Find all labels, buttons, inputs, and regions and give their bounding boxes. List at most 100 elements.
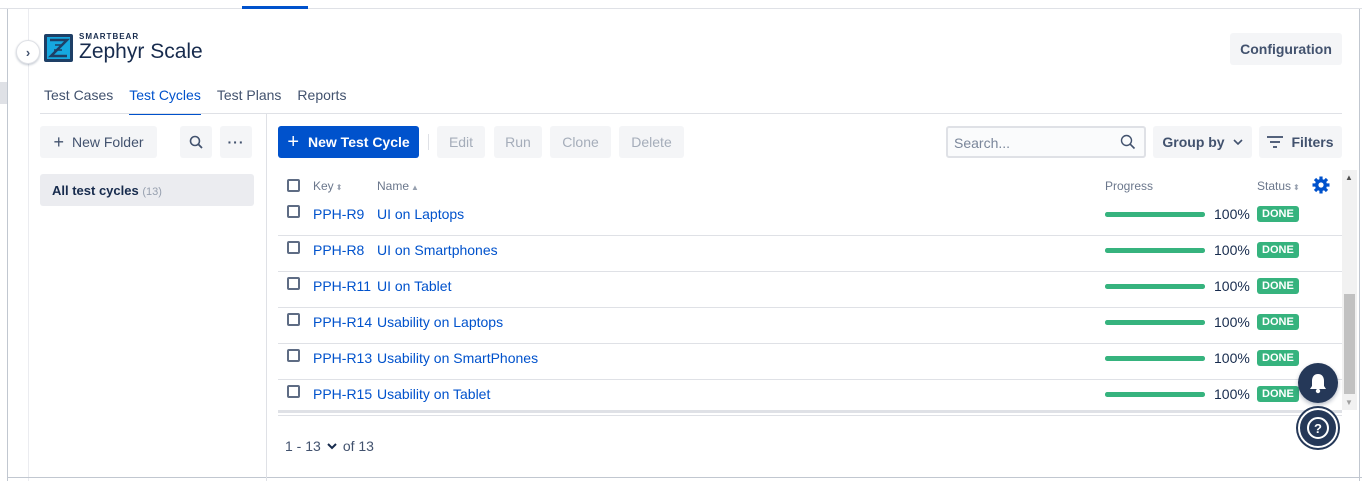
edit-button[interactable]: Edit <box>437 126 485 158</box>
new-folder-label: New Folder <box>71 134 144 150</box>
clone-button[interactable]: Clone <box>550 126 611 158</box>
page-range: 1 - 13 <box>285 438 321 454</box>
test-cycles-table: Key ⬍ Name ▲ Progress Status ⬍ PPH-R9 UI on… <box>278 170 1342 416</box>
zephyr-logo: SMARTBEAR Zephyr Scale <box>44 33 203 63</box>
help-button[interactable]: ? <box>1298 408 1338 448</box>
column-key[interactable]: Key ⬍ <box>313 179 342 193</box>
group-by-label: Group by <box>1162 134 1225 150</box>
progress-bar <box>1105 284 1205 289</box>
all-test-cycles-folder[interactable]: All test cycles (13) <box>40 174 254 206</box>
left-border <box>7 9 8 481</box>
configuration-button[interactable]: Configuration <box>1230 33 1342 65</box>
cycle-name-link[interactable]: Usability on Laptops <box>377 314 503 330</box>
progress-percent: 100% <box>1214 278 1250 294</box>
scroll-down-arrow-icon[interactable]: ▼ <box>1345 398 1353 407</box>
page-total: of 13 <box>342 438 374 454</box>
scroll-up-arrow-icon[interactable]: ▲ <box>1345 173 1353 182</box>
sort-icon: ⬍ <box>1293 183 1300 192</box>
main-tabs: Test Cases Test Cycles Test Plans Report… <box>44 85 362 115</box>
plus-icon: + <box>53 131 64 152</box>
progress-bar <box>1105 356 1205 361</box>
progress-bar <box>1105 212 1205 217</box>
table-row[interactable]: PPH-R13 Usability on SmartPhones 100% DO… <box>278 344 1342 380</box>
new-test-cycle-label: New Test Cycle <box>308 134 410 150</box>
chevron-down-icon <box>1233 139 1243 145</box>
table-row[interactable]: PPH-R11 UI on Tablet 100% DONE <box>278 272 1342 308</box>
chevron-right-icon: › <box>25 44 31 60</box>
cycle-key-link[interactable]: PPH-R8 <box>313 242 364 258</box>
delete-button[interactable]: Delete <box>619 126 684 158</box>
sort-icon: ⬍ <box>335 183 343 192</box>
cycle-name-link[interactable]: Usability on Tablet <box>377 386 490 402</box>
chevron-down-icon[interactable] <box>327 442 337 450</box>
progress-bar <box>1105 392 1205 397</box>
table-row[interactable]: PPH-R8 UI on Smartphones 100% DONE <box>278 236 1342 272</box>
row-checkbox[interactable] <box>287 313 300 326</box>
table-row[interactable]: PPH-R9 UI on Laptops 100% DONE <box>278 200 1342 236</box>
new-test-cycle-button[interactable]: + New Test Cycle <box>278 126 419 158</box>
select-all-checkbox[interactable] <box>287 179 300 192</box>
filters-label: Filters <box>1291 134 1334 150</box>
tab-reports[interactable]: Reports <box>297 85 346 115</box>
progress-bar <box>1105 248 1205 253</box>
run-button[interactable]: Run <box>494 126 542 158</box>
cycle-key-link[interactable]: PPH-R14 <box>313 314 372 330</box>
sidebar-rail <box>28 9 29 481</box>
row-checkbox[interactable] <box>287 277 300 290</box>
all-cycles-label: All test cycles <box>52 183 139 198</box>
notifications-button[interactable] <box>1298 363 1338 403</box>
cycle-name-link[interactable]: Usability on SmartPhones <box>377 350 538 366</box>
column-name[interactable]: Name ▲ <box>377 179 419 193</box>
row-checkbox[interactable] <box>287 385 300 398</box>
progress-bar <box>1105 320 1205 325</box>
table-row[interactable]: PPH-R14 Usability on Laptops 100% DONE <box>278 308 1342 344</box>
search-placeholder: Search... <box>954 135 1011 151</box>
status-badge: DONE <box>1257 314 1299 330</box>
new-folder-button[interactable]: + New Folder <box>40 126 157 158</box>
table-header: Key ⬍ Name ▲ Progress Status ⬍ <box>278 170 1342 200</box>
progress-percent: 100% <box>1214 314 1250 330</box>
status-badge: DONE <box>1257 242 1299 258</box>
cycle-key-link[interactable]: PPH-R11 <box>313 278 371 294</box>
status-badge: DONE <box>1257 278 1299 294</box>
more-options-button[interactable]: ··· <box>220 126 252 158</box>
left-edge-marker <box>0 82 7 104</box>
cycle-key-link[interactable]: PPH-R15 <box>313 386 372 402</box>
folder-search-button[interactable] <box>180 126 212 158</box>
cycle-key-link[interactable]: PPH-R9 <box>313 206 364 222</box>
cycle-name-link[interactable]: UI on Laptops <box>377 206 464 222</box>
tab-test-cycles[interactable]: Test Cycles <box>129 85 201 115</box>
top-frame <box>0 0 1362 9</box>
zephyr-logo-icon <box>44 34 73 62</box>
pagination: 1 - 13 of 13 <box>285 438 374 454</box>
toolbar-separator <box>428 134 429 150</box>
plus-icon: + <box>287 130 299 153</box>
search-icon <box>1120 134 1136 150</box>
brand-name: Zephyr Scale <box>79 40 203 63</box>
cycle-name-link[interactable]: UI on Smartphones <box>377 242 498 258</box>
folder-sidebar: + New Folder ··· All test cycles (13) <box>30 114 267 481</box>
gear-icon[interactable] <box>1311 175 1331 195</box>
row-checkbox[interactable] <box>287 241 300 254</box>
filter-icon <box>1267 136 1284 148</box>
column-status[interactable]: Status ⬍ <box>1257 179 1300 193</box>
tab-test-plans[interactable]: Test Plans <box>217 85 282 115</box>
tab-test-cases[interactable]: Test Cases <box>44 85 113 115</box>
column-progress: Progress <box>1105 179 1154 193</box>
status-badge: DONE <box>1257 386 1299 402</box>
status-badge: DONE <box>1257 350 1299 366</box>
search-icon <box>189 135 203 149</box>
cycle-key-link[interactable]: PPH-R13 <box>313 350 372 366</box>
row-checkbox[interactable] <box>287 205 300 218</box>
filters-button[interactable]: Filters <box>1259 126 1342 158</box>
expand-sidebar-button[interactable]: › <box>16 40 40 64</box>
table-horizontal-scrollbar[interactable] <box>278 410 1342 413</box>
scrollbar-thumb[interactable] <box>1344 294 1355 394</box>
table-vertical-scrollbar[interactable]: ▲ ▼ <box>1342 170 1357 410</box>
search-input[interactable]: Search... <box>946 126 1146 158</box>
sort-asc-icon: ▲ <box>411 183 419 192</box>
cycle-name-link[interactable]: UI on Tablet <box>377 278 451 294</box>
help-icon: ? <box>1307 417 1329 439</box>
group-by-button[interactable]: Group by <box>1153 126 1252 158</box>
row-checkbox[interactable] <box>287 349 300 362</box>
